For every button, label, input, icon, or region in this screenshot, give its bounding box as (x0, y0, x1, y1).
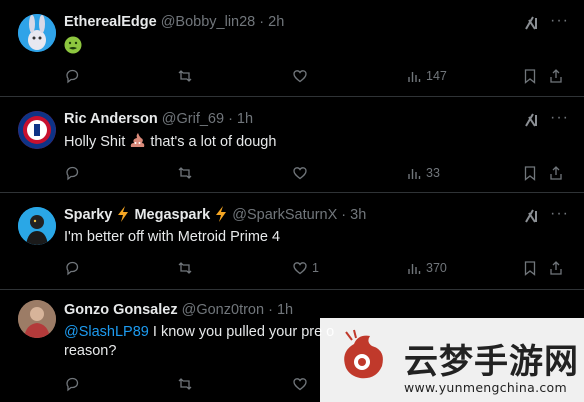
repost-icon (178, 262, 192, 274)
like-button[interactable] (292, 163, 308, 183)
display-name[interactable]: Sparky (64, 207, 112, 223)
tweet-text: I'm better off with Metroid Prime 4 (64, 229, 281, 245)
tweet-text-part: reason? (64, 343, 117, 359)
views-button[interactable]: 370 (406, 258, 447, 278)
bookmark-button[interactable] (522, 258, 538, 278)
repost-icon (178, 378, 192, 390)
user-handle[interactable]: @SparkSaturnX (232, 207, 337, 223)
display-name[interactable]: Gonzo Gonsalez (64, 302, 178, 318)
like-button[interactable]: 1 (292, 258, 319, 278)
avatar[interactable] (18, 111, 56, 149)
grok-icon[interactable] (524, 112, 540, 128)
timestamp[interactable]: · 3h (341, 207, 366, 223)
tweet-text-part: that's a lot of dough (150, 134, 277, 150)
bookmark-icon (524, 69, 536, 84)
more-options-icon[interactable]: ··· (550, 206, 568, 225)
reply-button[interactable] (64, 163, 80, 183)
user-handle[interactable]: @Bobby_lin28 (161, 14, 256, 30)
tweet-text-part: I know you pulled your pre o (148, 324, 335, 340)
share-icon (550, 261, 562, 275)
reply-icon (66, 377, 79, 392)
repost-button[interactable] (177, 66, 193, 86)
display-name-part[interactable]: Megaspark (134, 207, 210, 223)
more-options-icon[interactable]: ··· (550, 110, 568, 129)
team-logo-avatar-icon (18, 111, 56, 149)
rabbit-avatar-icon (18, 14, 56, 52)
repost-button[interactable] (177, 163, 193, 183)
avatar[interactable] (18, 300, 56, 338)
tweet-header: Ric Anderson @Grif_69 · 1h (64, 110, 253, 128)
heart-icon (293, 378, 307, 391)
tweet-header: EtherealEdge @Bobby_lin28 · 2h (64, 13, 284, 31)
site-watermark: 云梦手游网 www.yunmengchina.com (320, 318, 584, 402)
share-button[interactable] (548, 163, 564, 183)
lightning-icon (216, 206, 227, 222)
tweet-header: Sparky Megaspark @SparkSaturnX · 3h (64, 206, 366, 224)
repost-icon (178, 167, 192, 179)
user-mention-link[interactable]: @SlashLP89 (64, 324, 149, 340)
repost-button[interactable] (177, 374, 193, 394)
bookmark-icon (524, 261, 536, 276)
share-icon (550, 166, 562, 180)
share-button[interactable] (548, 66, 564, 86)
grok-icon[interactable] (524, 15, 540, 31)
reply-icon (66, 69, 79, 84)
likes-count: 1 (312, 261, 319, 275)
watermark-title: 云梦手游网 (404, 342, 579, 382)
views-icon (408, 264, 421, 274)
avatar[interactable] (18, 14, 56, 52)
lightning-icon (118, 206, 129, 222)
tweet-text (64, 36, 534, 57)
timestamp[interactable]: · 1h (268, 302, 293, 318)
timestamp[interactable]: · 1h (228, 111, 253, 127)
tweet-actions: 1 370 (64, 258, 580, 278)
tweet-header: Gonzo Gonsalez @Gonz0tron · 1h (64, 301, 293, 319)
watermark-url: www.yunmengchina.com (404, 380, 567, 395)
watermark-logo-icon (344, 329, 383, 379)
share-icon (550, 69, 562, 83)
repost-button[interactable] (177, 258, 193, 278)
person-avatar-icon (18, 300, 56, 338)
views-icon (408, 72, 421, 82)
reply-button[interactable] (64, 258, 80, 278)
tweet-actions: 33 (64, 163, 580, 183)
nauseated-face-icon (64, 36, 82, 54)
bookmark-icon (524, 166, 536, 181)
like-button[interactable] (292, 374, 308, 394)
heart-icon (293, 167, 307, 180)
heart-icon (293, 70, 307, 83)
views-count: 147 (426, 69, 447, 83)
views-button[interactable]: 147 (406, 66, 447, 86)
reply-icon (66, 261, 79, 276)
views-button[interactable]: 33 (406, 163, 440, 183)
reply-icon (66, 166, 79, 181)
user-handle[interactable]: @Grif_69 (162, 111, 224, 127)
display-name[interactable]: EtherealEdge (64, 14, 157, 30)
tweet-text-part: Holly Shit (64, 134, 126, 150)
tweet-1[interactable]: EtherealEdge @Bobby_lin28 · 2h ··· 147 (0, 0, 584, 97)
bookmark-button[interactable] (522, 163, 538, 183)
character-avatar-icon (18, 207, 56, 245)
avatar[interactable] (18, 207, 56, 245)
views-count: 33 (426, 166, 440, 180)
timestamp[interactable]: · 2h (259, 14, 284, 30)
like-button[interactable] (292, 66, 308, 86)
reply-button[interactable] (64, 66, 80, 86)
views-count: 370 (426, 261, 447, 275)
tweet-2[interactable]: Ric Anderson @Grif_69 · 1h ··· Holly Shi… (0, 97, 584, 193)
grok-icon[interactable] (524, 208, 540, 224)
tweet-actions: 147 (64, 66, 580, 86)
display-name[interactable]: Ric Anderson (64, 111, 158, 127)
more-options-icon[interactable]: ··· (550, 13, 568, 32)
user-handle[interactable]: @Gonz0tron (182, 302, 264, 318)
bookmark-button[interactable] (522, 66, 538, 86)
heart-icon (293, 262, 307, 275)
repost-icon (178, 70, 192, 82)
pile-of-poo-icon (131, 133, 145, 147)
tweet-text: Holly Shit that's a lot of dough (64, 132, 534, 152)
tweet-3[interactable]: Sparky Megaspark @SparkSaturnX · 3h ··· … (0, 193, 584, 290)
reply-button[interactable] (64, 374, 80, 394)
views-icon (408, 169, 421, 179)
share-button[interactable] (548, 258, 564, 278)
